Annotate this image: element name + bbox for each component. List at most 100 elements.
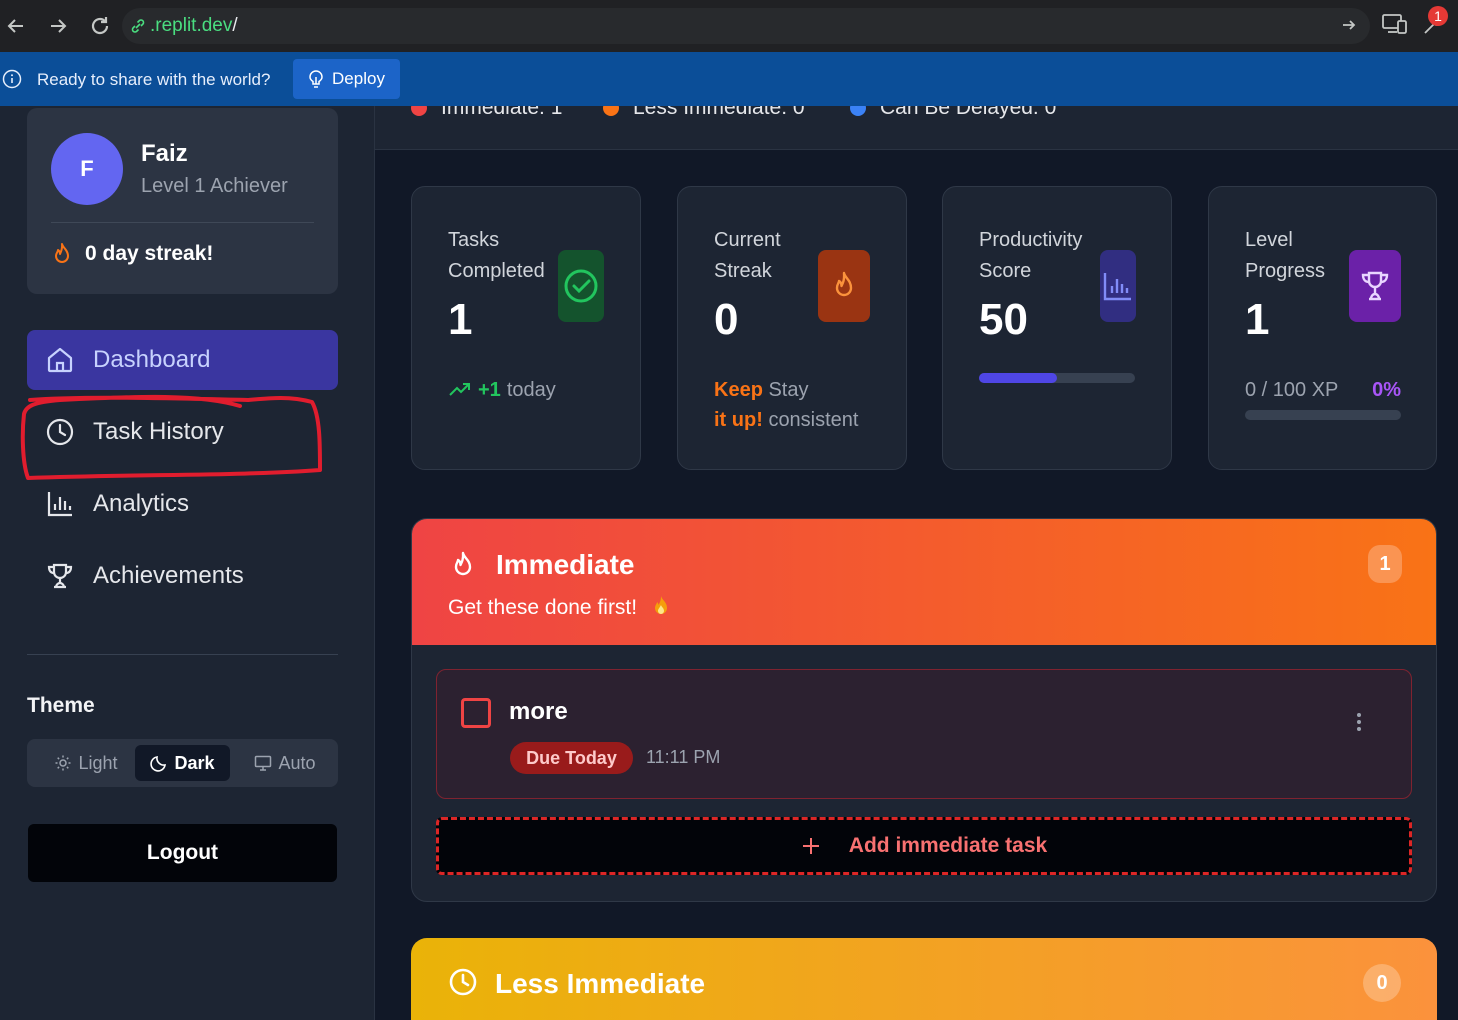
theme-auto-button[interactable]: Auto	[239, 745, 331, 781]
add-immediate-task-button[interactable]: Add immediate task	[436, 817, 1412, 875]
stat-card-tasks-completed: Tasks Completed 1 +1 today	[411, 186, 641, 470]
xp-percent: 0%	[1372, 379, 1401, 401]
bar-chart-icon	[47, 492, 72, 517]
task-card[interactable]: more Due Today 11:11 PM	[436, 669, 1412, 799]
add-task-label: Add immediate task	[848, 834, 1048, 857]
profile-divider	[51, 222, 314, 223]
moon-icon	[150, 756, 167, 772]
section-count-badge: 0	[1363, 964, 1401, 1002]
progress-fill	[979, 373, 1057, 383]
home-icon	[47, 347, 73, 373]
stat-subtext: Keep Stay it up! consistent	[714, 375, 859, 435]
stat-card-current-streak: Current Streak 0 Keep Stay it up! consis…	[677, 186, 907, 470]
stat-card-level-progress: Level Progress 1 0 / 100 XP 0%	[1208, 186, 1437, 470]
sidebar: F Faiz Level 1 Achiever 0 day streak! Da…	[0, 106, 375, 1020]
stat-value: 0	[714, 295, 739, 344]
fire-emoji-icon	[654, 596, 667, 614]
deploy-banner: Ready to share with the world? Deploy	[0, 52, 1458, 106]
streak-text: 0 day streak!	[85, 242, 214, 265]
legend-immediate: Immediate: 1	[411, 106, 562, 120]
xp-text: 0 / 100 XP	[1245, 379, 1339, 401]
legend-dot	[603, 106, 619, 116]
streak-stay: Stay	[768, 379, 809, 401]
legend-can-be-delayed: Can Be Delayed: 0	[850, 106, 1056, 120]
stat-value: 50	[979, 295, 1028, 344]
banner-text: Ready to share with the world?	[37, 70, 271, 89]
profile-name: Faiz	[141, 140, 188, 167]
due-badge: Due Today	[510, 742, 633, 774]
back-arrow-icon[interactable]	[2, 12, 30, 40]
devices-icon[interactable]	[1382, 12, 1408, 41]
go-arrow-icon[interactable]	[1340, 16, 1358, 39]
legend-label: Immediate: 1	[441, 106, 563, 119]
streak-consistent: consistent	[768, 409, 859, 431]
monitor-icon	[255, 755, 272, 771]
legend-dot	[850, 106, 866, 116]
sidebar-item-dashboard[interactable]: Dashboard	[27, 330, 338, 390]
less-immediate-section: Less Immediate 0	[411, 938, 1437, 1020]
link-icon	[130, 18, 146, 39]
legend-label: Less Immediate: 0	[633, 106, 805, 119]
priority-legend: Immediate: 1 Less Immediate: 0 Can Be De…	[375, 106, 1458, 150]
sidebar-divider	[27, 654, 338, 655]
plus-icon	[802, 838, 819, 854]
theme-label: Theme	[27, 694, 95, 717]
stat-title: Current Streak	[714, 229, 781, 282]
main-content: Immediate: 1 Less Immediate: 0 Can Be De…	[375, 106, 1458, 1020]
profile-level: Level 1 Achiever	[141, 175, 288, 197]
notification-badge: 1	[1428, 6, 1448, 26]
legend-dot	[411, 106, 427, 116]
check-circle-icon	[558, 250, 604, 322]
stat-subtext: 0 / 100 XP 0%	[1245, 375, 1401, 405]
sidebar-item-label: Achievements	[93, 562, 244, 589]
stat-title: Level Progress	[1245, 229, 1326, 282]
streak-it-up: it up!	[714, 409, 763, 431]
section-title: Less Immediate	[495, 968, 706, 999]
trending-up-icon	[449, 383, 470, 396]
info-icon	[2, 69, 22, 94]
section-count-badge: 1	[1368, 545, 1402, 583]
sidebar-item-achievements[interactable]: Achievements	[27, 546, 338, 606]
level-progress-bar	[1245, 410, 1401, 420]
trophy-icon	[47, 563, 73, 589]
theme-light-label: Light	[78, 752, 118, 773]
logout-button[interactable]: Logout	[28, 824, 337, 882]
sidebar-item-label: Analytics	[93, 490, 190, 517]
streak-keep: Keep	[714, 379, 763, 401]
bar-chart-icon	[1100, 250, 1136, 322]
productivity-progress-bar	[979, 373, 1135, 383]
sidebar-item-label: Dashboard	[93, 346, 211, 373]
section-title: Immediate	[496, 549, 635, 580]
profile-card: F Faiz Level 1 Achiever 0 day streak!	[27, 108, 338, 294]
flame-icon	[450, 551, 476, 584]
immediate-header: Immediate Get these done first! 1	[412, 519, 1436, 645]
theme-auto-label: Auto	[278, 752, 316, 773]
stat-subtext: +1 today	[448, 375, 556, 405]
stat-delta: +1	[478, 379, 501, 401]
streak-row: 0 day streak!	[51, 242, 213, 266]
stat-value: 1	[1245, 295, 1270, 344]
reload-icon[interactable]	[86, 12, 114, 40]
address-bar[interactable]: .replit.dev/	[122, 8, 1370, 44]
theme-dark-label: Dark	[174, 752, 215, 773]
theme-switcher: Light Dark Auto	[27, 739, 338, 787]
sidebar-item-analytics[interactable]: Analytics	[27, 474, 338, 534]
theme-dark-button[interactable]: Dark	[135, 745, 230, 781]
task-checkbox[interactable]	[461, 698, 491, 728]
sun-icon	[55, 755, 71, 771]
deploy-label: Deploy	[332, 69, 385, 88]
stat-value: 1	[448, 295, 473, 344]
stat-card-productivity-score: Productivity Score 50	[942, 186, 1172, 470]
avatar: F	[51, 133, 123, 205]
forward-arrow-icon[interactable]	[44, 12, 72, 40]
stat-title: Productivity Score	[979, 229, 1083, 282]
browser-toolbar: .replit.dev/ 1	[0, 0, 1458, 52]
legend-less-immediate: Less Immediate: 0	[603, 106, 805, 120]
annotation-highlight	[20, 394, 322, 480]
trophy-icon	[1349, 250, 1401, 322]
deploy-button[interactable]: Deploy	[293, 59, 400, 99]
flame-icon	[818, 250, 870, 322]
deploy-icon	[309, 70, 323, 88]
more-vertical-icon[interactable]	[1355, 712, 1363, 732]
theme-light-button[interactable]: Light	[37, 745, 135, 781]
